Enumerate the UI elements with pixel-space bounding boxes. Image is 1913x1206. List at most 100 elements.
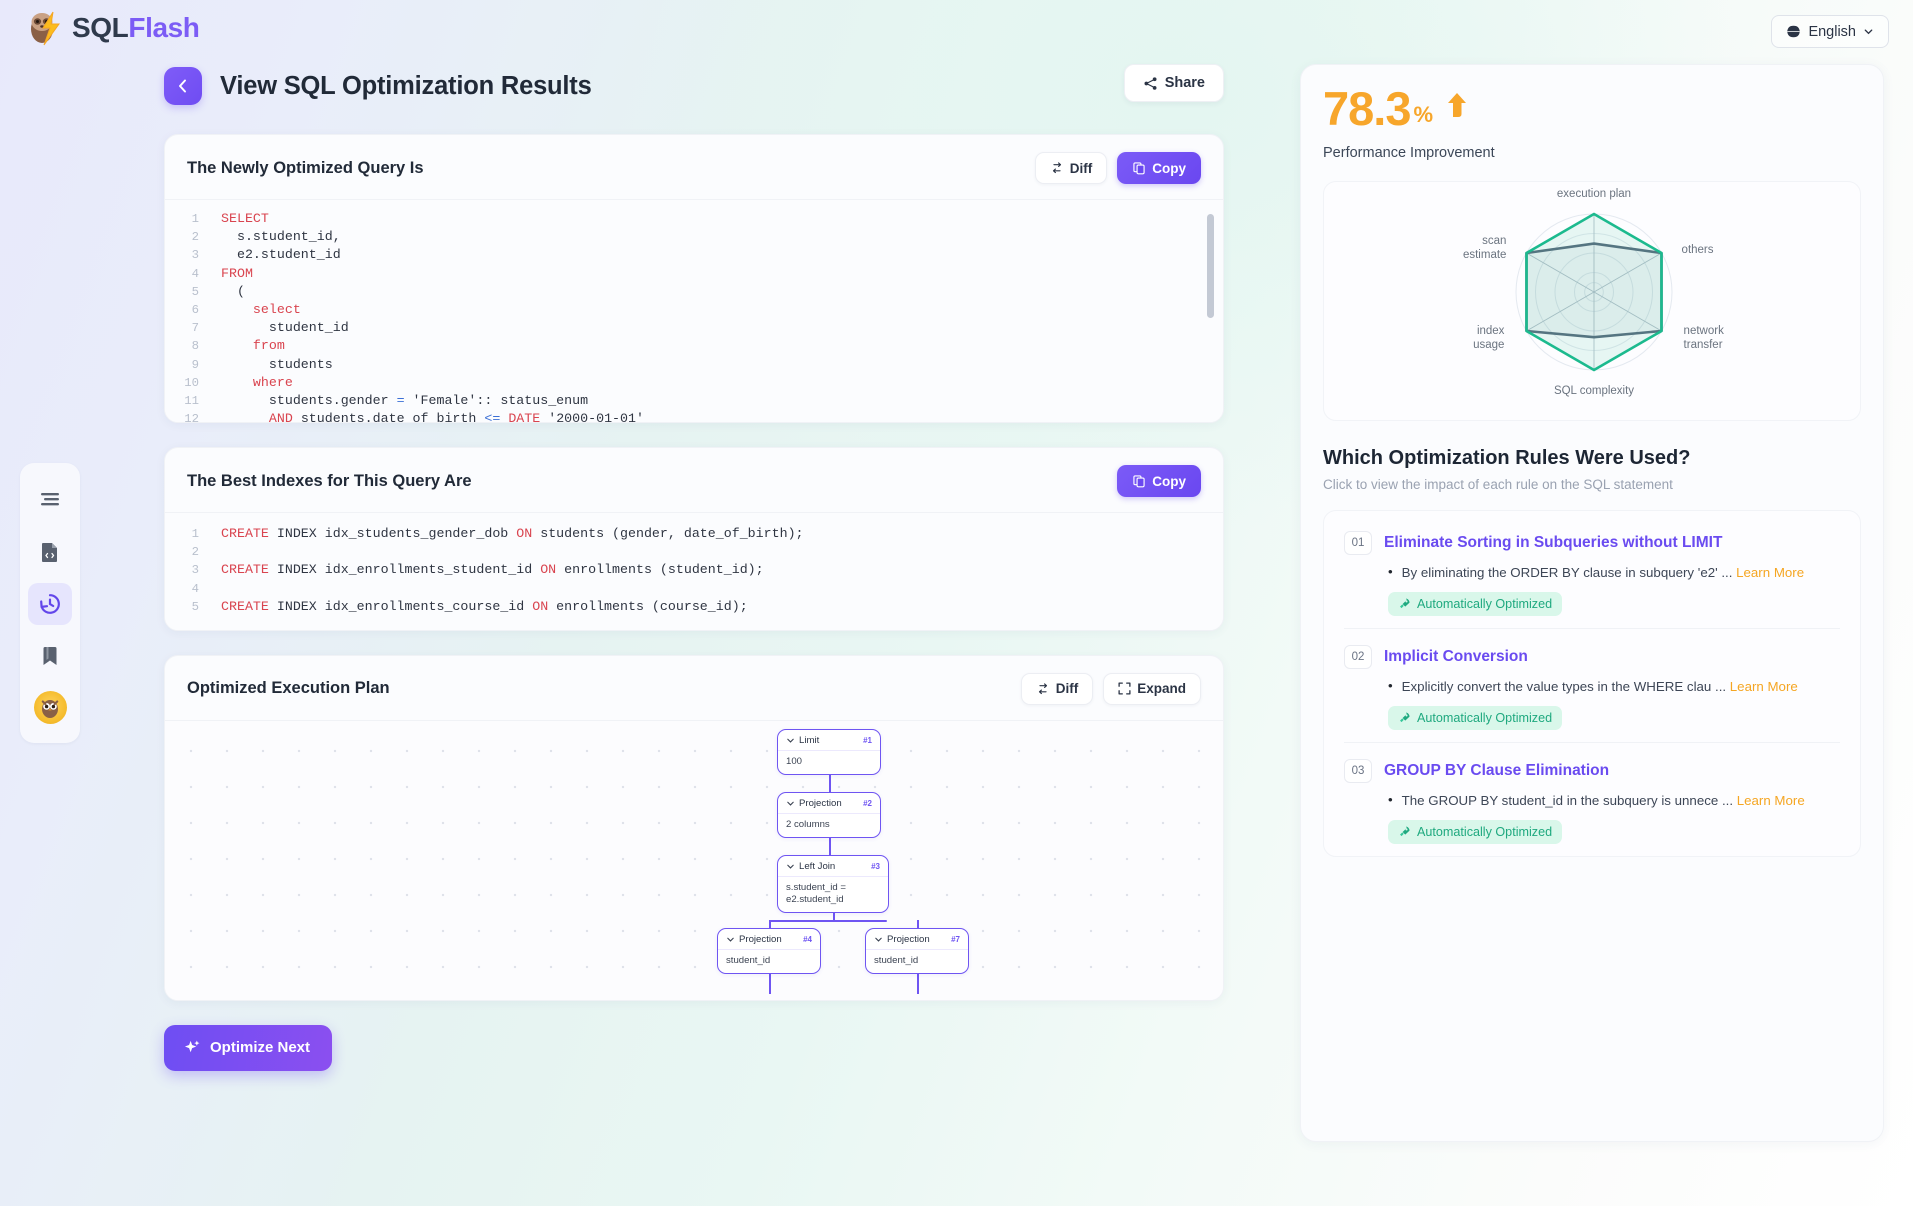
- performance-value: 78.3: [1323, 82, 1411, 135]
- performance-label: Performance Improvement: [1323, 144, 1495, 161]
- chevron-down-icon: [787, 738, 794, 743]
- plan-node[interactable]: Projection #4 student_id: [717, 927, 821, 974]
- execution-plan-canvas[interactable]: Limit #1 100 Projection #2 2 columns Lef…: [165, 719, 1223, 1000]
- optimization-rule[interactable]: 01 Eliminate Sorting in Subqueries witho…: [1344, 515, 1840, 629]
- index-copy-button[interactable]: Copy: [1117, 465, 1201, 497]
- sidebar-item-menu[interactable]: [28, 479, 72, 521]
- plan-diff-button[interactable]: Diff: [1020, 672, 1094, 705]
- radar-axis-label: transfer: [1684, 339, 1723, 351]
- plan-node-header: Projection #4: [718, 929, 820, 950]
- radar-axis-label: SQL complexity: [1554, 385, 1634, 397]
- rule-description-text: Explicitly convert the value types in th…: [1401, 678, 1798, 694]
- plan-node-label: Projection: [786, 798, 842, 809]
- plan-node-label: Projection: [726, 934, 782, 945]
- plan-node-name: Projection: [739, 933, 782, 945]
- learn-more-link[interactable]: Learn More: [1736, 565, 1804, 580]
- owl-avatar[interactable]: [33, 691, 67, 724]
- query-copy-label: Copy: [1152, 160, 1186, 176]
- best-indexes-header: The Best Indexes for This Query Are Copy: [165, 448, 1223, 512]
- chevron-left-icon: [179, 79, 186, 93]
- plan-node-body: 2 columns: [786, 818, 830, 830]
- query-code-text: SELECT s.student_id, e2.student_idFROM (…: [165, 200, 1223, 422]
- page-title: View SQL Optimization Results: [220, 71, 592, 100]
- copy-icon: [1133, 162, 1145, 175]
- best-indexes-code: CREATE INDEX idx_students_gender_dob ON …: [165, 512, 1223, 630]
- radar-axis-label: estimate: [1463, 249, 1506, 261]
- query-diff-button[interactable]: Diff: [1034, 152, 1108, 184]
- logo-text-flash: Flash: [128, 12, 200, 43]
- plan-node-id: #3: [871, 861, 880, 871]
- left-sidebar: [20, 463, 80, 743]
- optimize-next-label: Optimize Next: [210, 1039, 311, 1057]
- optimized-query-actions: Diff Copy: [1034, 152, 1201, 184]
- chevron-down-icon: [727, 937, 734, 942]
- sidebar-item-bookmark[interactable]: [28, 635, 72, 677]
- query-code-scrollbar[interactable]: [1207, 214, 1214, 318]
- query-copy-button[interactable]: Copy: [1117, 152, 1201, 184]
- rule-name-link[interactable]: GROUP BY Clause Elimination: [1384, 762, 1609, 780]
- plan-node-body: student_id: [726, 954, 771, 966]
- plan-node[interactable]: Left Join #3 s.student_id = e2.student_id: [777, 854, 889, 913]
- share-icon: [1144, 76, 1157, 90]
- code-line: where: [165, 374, 1223, 392]
- sidebar-item-sql-file[interactable]: [28, 531, 72, 573]
- rule-number: 01: [1344, 530, 1372, 555]
- plan-node[interactable]: Limit #1 100: [777, 728, 881, 775]
- plan-node-body: s.student_id = e2.student_id: [786, 881, 847, 905]
- performance-percent-sign: %: [1413, 101, 1434, 127]
- rule-header: 02 Implicit Conversion: [1344, 644, 1840, 669]
- code-line: select: [165, 301, 1223, 319]
- plan-expand-button[interactable]: Expand: [1103, 672, 1201, 705]
- query-code-scroll: SELECT s.student_id, e2.student_idFROM (…: [165, 200, 1223, 422]
- badge-label: Automatically Optimized: [1417, 710, 1553, 725]
- optimized-query-card: The Newly Optimized Query Is Diff Copy 1…: [164, 134, 1224, 423]
- plan-expand-label: Expand: [1137, 681, 1186, 697]
- optimization-rule[interactable]: 02 Implicit Conversion • Explicitly conv…: [1344, 629, 1840, 743]
- badge-label: Automatically Optimized: [1417, 596, 1553, 611]
- results-panel: 78.3 % Performance Improvement execution…: [1300, 64, 1884, 1142]
- radar-axis-label: usage: [1473, 339, 1504, 351]
- bullet-icon: •: [1388, 677, 1393, 693]
- app-logo[interactable]: SQLFlash: [26, 8, 200, 48]
- plan-node-id: #4: [803, 934, 812, 944]
- optimize-next-button[interactable]: Optimize Next: [164, 1024, 332, 1071]
- radar-axis-label: index: [1477, 325, 1505, 337]
- sparkle-icon: [184, 1040, 200, 1053]
- share-label: Share: [1164, 75, 1205, 91]
- optimization-rule[interactable]: 03 GROUP BY Clause Elimination • The GRO…: [1344, 743, 1840, 856]
- execution-plan-card: Optimized Execution Plan Diff Expand Lim…: [164, 654, 1224, 1001]
- rule-number: 03: [1344, 758, 1372, 783]
- learn-more-link[interactable]: Learn More: [1730, 679, 1798, 694]
- code-line: CREATE INDEX idx_enrollments_course_id O…: [165, 598, 1223, 616]
- plan-node-header: Left Join #3: [778, 856, 888, 877]
- arrow-up-icon: [1446, 92, 1468, 123]
- code-line: FROM: [165, 265, 1223, 283]
- code-line: from: [165, 337, 1223, 355]
- share-button[interactable]: Share: [1123, 64, 1224, 102]
- menu-lines-icon: [41, 493, 59, 506]
- plan-node[interactable]: Projection #7 student_id: [865, 927, 969, 974]
- chevron-down-icon: [787, 801, 794, 806]
- plan-node-label: Projection: [874, 934, 930, 945]
- status-badge: Automatically Optimized: [1388, 705, 1563, 730]
- chevron-down-icon: [875, 937, 882, 942]
- plan-diff-label: Diff: [1055, 681, 1079, 697]
- rule-number: 02: [1344, 644, 1372, 669]
- plan-edge: [917, 919, 919, 928]
- plan-edge: [917, 973, 919, 994]
- rule-description: • By eliminating the ORDER BY clause in …: [1388, 564, 1840, 580]
- rule-name-link[interactable]: Eliminate Sorting in Subqueries without …: [1384, 534, 1722, 552]
- plan-node[interactable]: Projection #2 2 columns: [777, 791, 881, 838]
- back-button[interactable]: [164, 67, 202, 105]
- diff-icon: [1038, 683, 1047, 695]
- plan-node-name: Limit: [799, 734, 820, 746]
- sidebar-item-history[interactable]: [28, 583, 72, 625]
- language-selector[interactable]: English: [1771, 15, 1889, 48]
- rule-name-link[interactable]: Implicit Conversion: [1384, 648, 1528, 666]
- radar-chart-card: execution plan others network transfer SQL c…: [1323, 180, 1861, 421]
- plan-edge: [769, 919, 887, 922]
- plan-node-body: student_id: [874, 954, 919, 966]
- learn-more-link[interactable]: Learn More: [1737, 793, 1805, 808]
- status-badge: Automatically Optimized: [1388, 819, 1563, 844]
- plan-edge: [769, 919, 771, 928]
